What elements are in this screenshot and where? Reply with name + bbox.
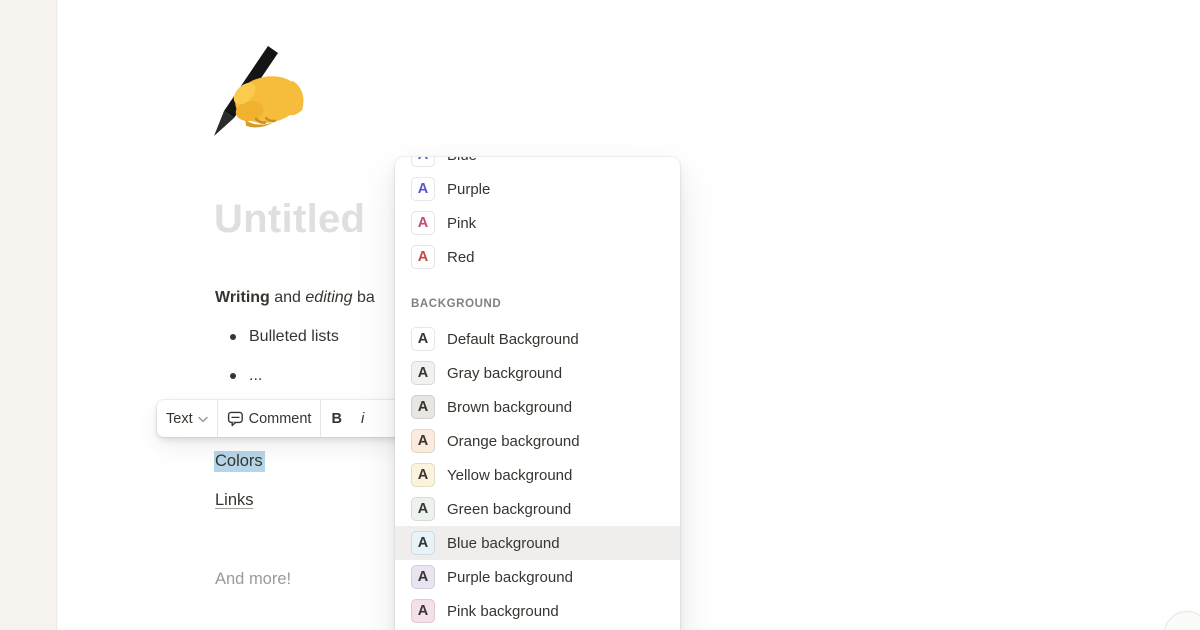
help-button[interactable] (1164, 611, 1200, 630)
italic-text: editing (305, 289, 352, 306)
text-selection-highlight: Colors (214, 451, 265, 472)
menu-item-yellow-background[interactable]: A Yellow background (395, 458, 680, 492)
menu-item-blue-text[interactable]: A Blue (395, 157, 680, 172)
turn-into-label: Text (166, 411, 193, 427)
menu-item-gray-background[interactable]: A Gray background (395, 356, 680, 390)
swatch-gray-background: A (411, 361, 435, 385)
menu-item-orange-background[interactable]: A Orange background (395, 424, 680, 458)
comment-icon (227, 410, 244, 427)
list-item[interactable]: Bulleted lists (215, 326, 339, 347)
swatch-brown-background: A (411, 395, 435, 419)
menu-item-default-background[interactable]: A Default Background (395, 322, 680, 356)
page-title[interactable]: Untitled (214, 197, 365, 242)
collapsed-sidebar (0, 0, 56, 630)
color-swatch-red-text: A (411, 245, 435, 269)
bold-text: Writing (215, 289, 270, 306)
writing-hand-icon (208, 38, 312, 142)
bold-button[interactable]: B (321, 400, 351, 437)
swatch-green-background: A (411, 497, 435, 521)
menu-item-green-background[interactable]: A Green background (395, 492, 680, 526)
formatting-toolbar: Text Comment B i (157, 400, 423, 437)
swatch-yellow-background: A (411, 463, 435, 487)
bulleted-list: Bulleted lists ... (215, 326, 339, 404)
notion-page: Untitled Writing and editing ba Bulleted… (0, 0, 1200, 630)
color-swatch-purple-text: A (411, 177, 435, 201)
links-link[interactable]: Links (215, 491, 254, 510)
menu-item-red-text[interactable]: A Red (395, 240, 680, 274)
menu-item-pink-background[interactable]: A Pink background (395, 594, 680, 628)
background-section-header: BACKGROUND (395, 296, 680, 313)
menu-item-brown-background[interactable]: A Brown background (395, 390, 680, 424)
color-swatch-pink-text: A (411, 211, 435, 235)
swatch-blue-background: A (411, 531, 435, 555)
turn-into-dropdown[interactable]: Text (157, 400, 217, 437)
footer-note[interactable]: And more! (215, 570, 291, 589)
swatch-purple-background: A (411, 565, 435, 589)
paragraph-block[interactable]: Writing and editing ba (215, 287, 375, 309)
menu-item-purple-background[interactable]: A Purple background (395, 560, 680, 594)
color-dropdown-menu: A Blue A Purple A Pink A Red BACKGROUND … (395, 157, 680, 630)
swatch-orange-background: A (411, 429, 435, 453)
plain-text: and (270, 289, 306, 306)
menu-item-purple-text[interactable]: A Purple (395, 172, 680, 206)
italic-button[interactable]: i (352, 400, 373, 437)
swatch-pink-background: A (411, 599, 435, 623)
comment-button[interactable]: Comment (218, 400, 321, 437)
selected-text-block[interactable]: Colors (214, 452, 265, 471)
menu-item-blue-background[interactable]: A Blue background (395, 526, 680, 560)
chevron-down-icon (198, 416, 208, 423)
plain-text-tail: ba (353, 289, 375, 306)
list-item[interactable]: ... (215, 365, 339, 386)
page-icon-writing-hand-emoji[interactable] (208, 38, 312, 142)
comment-label: Comment (249, 411, 312, 427)
swatch-default-background: A (411, 327, 435, 351)
color-swatch-blue-text: A (411, 157, 435, 167)
menu-item-pink-text[interactable]: A Pink (395, 206, 680, 240)
